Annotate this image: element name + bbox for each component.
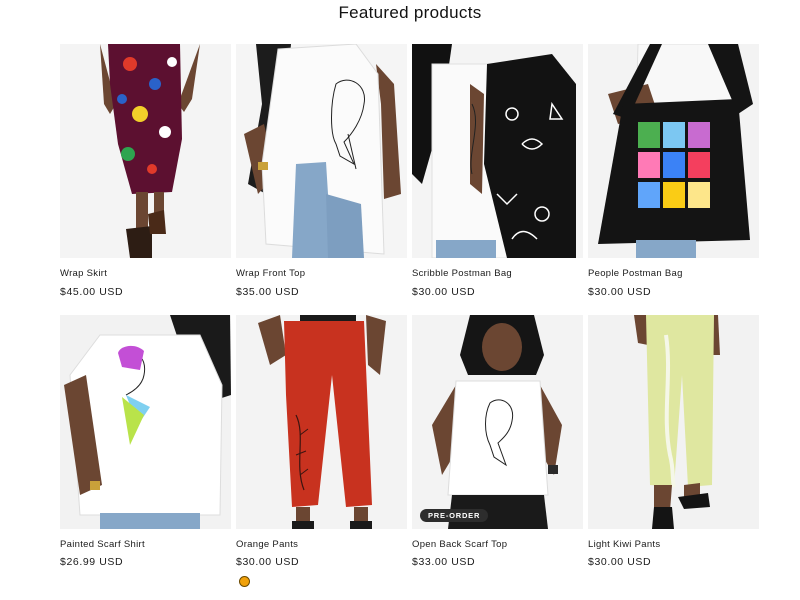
product-title[interactable]: Scribble Postman Bag bbox=[412, 268, 512, 279]
product-card-people-postman-bag[interactable]: People Postman Bag $30.00 USD bbox=[588, 44, 759, 304]
product-title[interactable]: Orange Pants bbox=[236, 539, 298, 550]
product-price: $35.00 USD bbox=[236, 286, 300, 298]
product-title[interactable]: Open Back Scarf Top bbox=[412, 539, 507, 550]
product-title[interactable]: Wrap Front Top bbox=[236, 268, 305, 279]
product-price: $30.00 USD bbox=[412, 286, 476, 298]
open-back-scarf-top-photo bbox=[412, 315, 583, 529]
product-card-painted-scarf-shirt[interactable]: Painted Scarf Shirt $26.99 USD bbox=[60, 315, 231, 577]
wrap-skirt-photo bbox=[60, 44, 231, 258]
featured-products-page: Featured products Wrap Skirt $45.00 USD … bbox=[0, 0, 800, 600]
product-image-painted-scarf-shirt[interactable] bbox=[60, 315, 231, 529]
people-postman-bag-photo bbox=[588, 44, 759, 258]
color-swatch[interactable] bbox=[239, 576, 250, 587]
product-image-people-postman-bag[interactable] bbox=[588, 44, 759, 258]
wrap-front-top-photo bbox=[236, 44, 407, 258]
product-image-wrap-skirt[interactable] bbox=[60, 44, 231, 258]
product-grid: Wrap Skirt $45.00 USD Wrap Front Top $35… bbox=[60, 0, 760, 600]
product-price: $26.99 USD bbox=[60, 556, 124, 568]
product-title[interactable]: Painted Scarf Shirt bbox=[60, 539, 145, 550]
illustrated-faces-grid bbox=[638, 122, 710, 208]
orange-pants-photo bbox=[236, 315, 407, 529]
product-price: $30.00 USD bbox=[236, 556, 300, 568]
scribble-postman-bag-photo bbox=[412, 44, 583, 258]
product-title[interactable]: Light Kiwi Pants bbox=[588, 539, 660, 550]
product-card-scribble-postman-bag[interactable]: Scribble Postman Bag $30.00 USD bbox=[412, 44, 583, 304]
product-image-open-back-scarf-top[interactable]: PRE-ORDER bbox=[412, 315, 583, 529]
painted-scarf-shirt-photo bbox=[60, 315, 231, 529]
product-image-wrap-front-top[interactable] bbox=[236, 44, 407, 258]
product-image-scribble-postman-bag[interactable] bbox=[412, 44, 583, 258]
product-title[interactable]: Wrap Skirt bbox=[60, 268, 107, 279]
product-card-light-kiwi-pants[interactable]: Light Kiwi Pants $30.00 USD bbox=[588, 315, 759, 577]
product-price: $33.00 USD bbox=[412, 556, 476, 568]
product-card-wrap-front-top[interactable]: Wrap Front Top $35.00 USD bbox=[236, 44, 407, 304]
light-kiwi-pants-photo bbox=[588, 315, 759, 529]
product-image-orange-pants[interactable] bbox=[236, 315, 407, 529]
product-price: $30.00 USD bbox=[588, 286, 652, 298]
product-title[interactable]: People Postman Bag bbox=[588, 268, 683, 279]
product-card-wrap-skirt[interactable]: Wrap Skirt $45.00 USD bbox=[60, 44, 231, 304]
product-card-orange-pants[interactable]: Orange Pants $30.00 USD bbox=[236, 315, 407, 595]
product-image-light-kiwi-pants[interactable] bbox=[588, 315, 759, 529]
pre-order-badge: PRE-ORDER bbox=[420, 509, 489, 522]
product-card-open-back-scarf-top[interactable]: PRE-ORDER Open Back Scarf Top $33.00 USD bbox=[412, 315, 583, 577]
product-price: $45.00 USD bbox=[60, 286, 124, 298]
product-price: $30.00 USD bbox=[588, 556, 652, 568]
